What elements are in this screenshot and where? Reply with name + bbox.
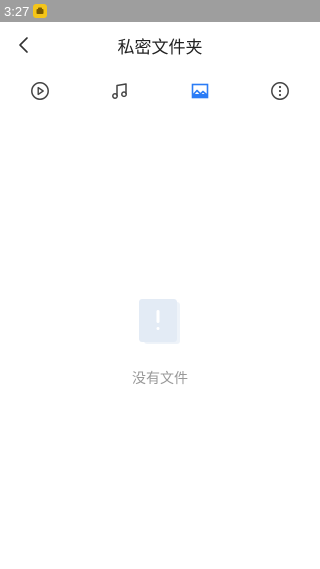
tab-image[interactable] xyxy=(185,76,215,106)
tab-music[interactable] xyxy=(105,76,135,106)
empty-file-alert-icon xyxy=(138,298,182,346)
tab-bar xyxy=(0,76,320,106)
page-title: 私密文件夹 xyxy=(117,37,203,58)
tab-video[interactable] xyxy=(25,76,55,106)
back-button[interactable] xyxy=(10,31,38,59)
screen: 3:27 私密文件夹 没有文件 xyxy=(0,0,320,569)
chevron-left-icon xyxy=(19,37,28,53)
image-icon xyxy=(191,83,209,99)
status-bar: 3:27 xyxy=(0,0,320,22)
music-note-icon xyxy=(112,83,127,99)
play-circle-icon xyxy=(31,82,49,100)
empty-message: 没有文件 xyxy=(132,371,188,387)
status-time: 3:27 xyxy=(4,3,30,19)
tab-more[interactable] xyxy=(265,76,295,106)
header: 私密文件夹 xyxy=(0,22,320,68)
empty-state: 没有文件 xyxy=(0,298,320,388)
yellow-app-icon xyxy=(33,4,48,18)
more-vertical-circle-icon xyxy=(271,82,289,100)
